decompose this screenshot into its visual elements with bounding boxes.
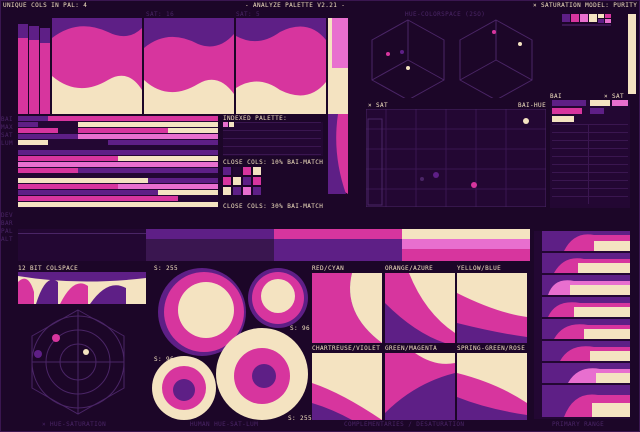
hue-colorspace-cubes — [368, 18, 544, 101]
hue-side-bar — [328, 114, 348, 194]
comp-label-red-cyan: RED/CYAN — [312, 265, 345, 272]
hue-sat-footer: × HUE-SATURATION — [42, 421, 107, 428]
circle-s-bottom: S: 255 — [288, 415, 313, 422]
comp-label-orange-azure: ORANGE/AZURE — [385, 265, 434, 272]
indexed-palette-grid[interactable] — [223, 122, 323, 156]
indexed-palette-title: INDEXED PALETTE: — [223, 115, 288, 122]
primary-range-footer: PRIMARY RANGE — [552, 421, 605, 428]
sat-table-label: × SAT — [604, 93, 625, 100]
hue-sat-scatter-plot — [365, 108, 547, 208]
luminance-bars — [18, 116, 218, 208]
colspace-title: 12 bIT COLSPACE — [18, 265, 79, 272]
colspace-strip — [18, 272, 146, 304]
hsl-circles — [150, 264, 312, 422]
sat-label-2: SAT: 5 — [236, 11, 261, 18]
complementaries-panel: RED/CYAN ORANGE/AZURE YELLOW/BLUE CHARTR… — [312, 264, 528, 420]
close-cols-30-label: CLOSE COLS: 30% bAI-MATCH — [223, 203, 324, 210]
unique-cols-label: UNIQUE COLS IN PAL: 4 — [3, 2, 88, 9]
bai-table-label: bAI — [550, 93, 563, 100]
primary-range-panel — [534, 231, 630, 419]
close-cols-10-label: CLOSE COLS: 10% bAI-MATCH — [223, 159, 324, 166]
comp-label-yellow-blue: YELLOW/BLUE — [457, 265, 502, 272]
hue-wave-chart — [18, 18, 348, 115]
complementaries-footer: COMPLEMENTARIES / DESATURATION — [344, 421, 465, 428]
sat-label-1: SAT: 16 — [146, 11, 175, 18]
palette-band-strip — [18, 229, 530, 261]
right-scroll-strip[interactable] — [628, 14, 636, 94]
close-cols-swatches — [223, 167, 263, 203]
palette-swatch-strip[interactable] — [562, 14, 614, 34]
scatter-sat-label: × SAT — [368, 102, 389, 109]
circle-s-left: S: 96 — [154, 356, 175, 363]
circles-footer: HUMAN HUE-SAT-LUM — [190, 421, 259, 428]
saturation-model-toggle[interactable]: × SATURATION MODEL: PURITY — [533, 2, 637, 9]
bai-sat-table — [550, 100, 630, 208]
app-title: - ANALYZE PALETTE V2.21 - — [245, 2, 346, 9]
hue-sat-wheel — [26, 308, 130, 416]
scatter-hue-label: bAI-HUE — [518, 102, 547, 109]
circle-s-mid: S: 96 — [290, 325, 311, 332]
hue-colorspace-label: HUE-COLORSPACE (2SO) — [405, 11, 486, 18]
